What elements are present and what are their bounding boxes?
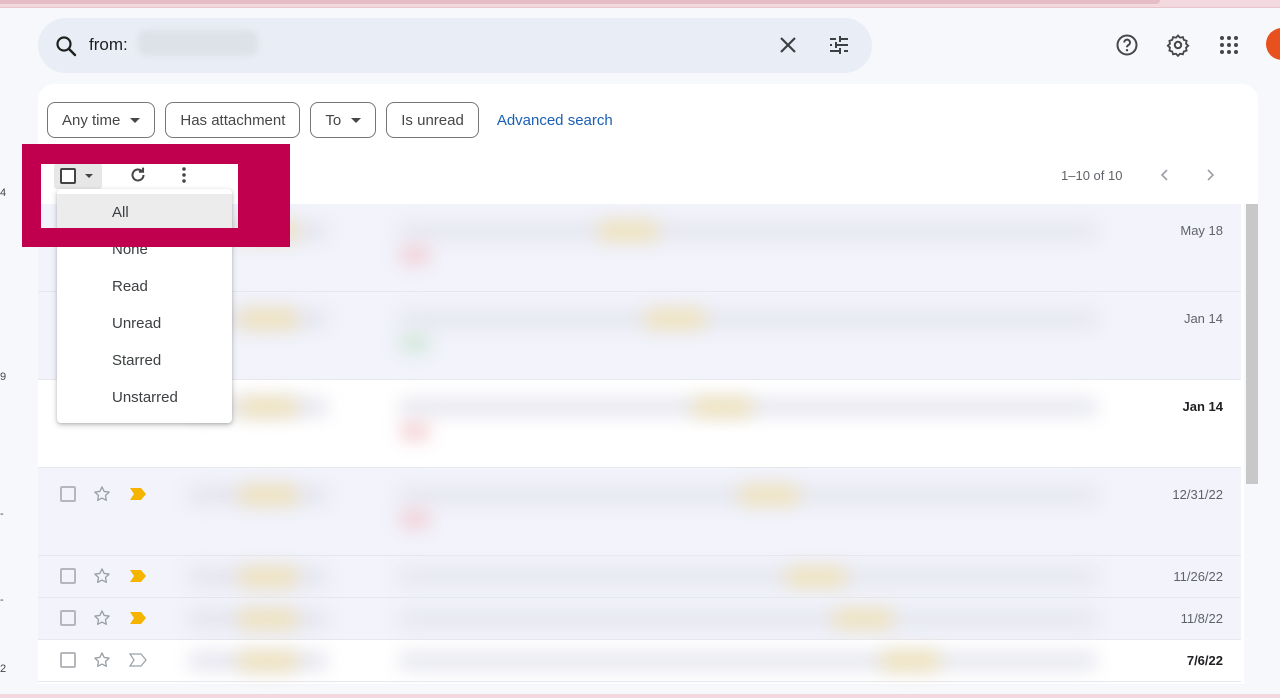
chevron-right-icon[interactable] (1201, 166, 1219, 184)
blurred-mail-content (238, 310, 298, 328)
menu-item-unstarred[interactable]: Unstarred (57, 379, 232, 416)
redacted-search-value (138, 30, 258, 56)
mail-date: 11/8/22 (1180, 611, 1223, 626)
mail-row[interactable]: 11/26/22 (38, 556, 1241, 598)
important-marker-icon[interactable] (129, 487, 147, 501)
sidebar-count-fragment: 2 (0, 663, 7, 675)
search-icon[interactable] (54, 34, 78, 58)
help-icon[interactable] (1115, 33, 1139, 57)
mail-date: 12/31/22 (1172, 487, 1223, 502)
account-avatar[interactable] (1266, 28, 1280, 60)
row-checkbox[interactable] (60, 486, 76, 502)
blurred-mail-content (398, 222, 1098, 240)
caret-down-icon (351, 117, 362, 123)
blurred-mail-content (645, 310, 705, 328)
menu-item-unread[interactable]: Unread (57, 305, 232, 342)
blurred-mail-content (398, 610, 1098, 628)
sidebar-count-fragment: - (0, 508, 4, 520)
search-input[interactable]: from: (89, 35, 128, 55)
blurred-mail-content (398, 652, 1098, 670)
blurred-mail-content (238, 610, 298, 628)
blurred-mail-content (238, 486, 298, 504)
chip-label: Is unread (401, 111, 464, 129)
refresh-icon[interactable] (127, 164, 149, 186)
menu-item-all[interactable]: All (57, 194, 232, 231)
star-icon[interactable] (92, 566, 112, 586)
mail-row[interactable]: 11/8/22 (38, 598, 1241, 640)
settings-icon[interactable] (1166, 33, 1190, 57)
blurred-mail-content (238, 222, 298, 240)
advanced-search-link[interactable]: Advanced search (497, 112, 613, 129)
blurred-mail-content (400, 510, 430, 528)
blurred-mail-content (400, 422, 430, 440)
mail-date: 7/6/22 (1186, 653, 1223, 668)
star-icon[interactable] (92, 484, 112, 504)
menu-item-read[interactable]: Read (57, 268, 232, 305)
apps-icon[interactable] (1217, 33, 1241, 57)
select-menu: All None Read Unread Starred Unstarred (57, 189, 232, 423)
select-dropdown-button[interactable] (54, 163, 102, 189)
blurred-mail-content (598, 222, 658, 240)
blurred-mail-content (400, 334, 430, 352)
mail-date: May 18 (1180, 223, 1223, 238)
star-icon[interactable] (92, 608, 112, 628)
blurred-mail-content (880, 652, 940, 670)
blurred-mail-content (398, 568, 1098, 586)
row-checkbox[interactable] (60, 652, 76, 668)
blurred-mail-content (833, 610, 893, 628)
important-marker-icon[interactable] (129, 569, 147, 583)
not-important-marker-icon[interactable] (128, 653, 147, 667)
mail-row[interactable]: 12/31/22 (38, 468, 1241, 556)
sidebar-count-fragment: - (0, 594, 4, 606)
blurred-mail-content (398, 310, 1098, 328)
important-marker-icon[interactable] (129, 611, 147, 625)
row-checkbox[interactable] (60, 568, 76, 584)
search-bar[interactable]: from: (38, 18, 872, 73)
mail-date: 11/26/22 (1173, 569, 1223, 584)
chip-label: Has attachment (180, 111, 286, 129)
chip-label: Any time (62, 111, 121, 129)
blurred-mail-content (400, 246, 430, 264)
chevron-left-icon[interactable] (1156, 166, 1174, 184)
menu-item-starred[interactable]: Starred (57, 342, 232, 379)
blurred-mail-content (786, 568, 846, 586)
blurred-mail-content (739, 486, 799, 504)
caret-down-icon (130, 117, 141, 123)
caret-down-icon[interactable] (85, 174, 93, 178)
chip-label: To (325, 111, 342, 129)
blurred-mail-content (692, 398, 752, 416)
checkbox-icon[interactable] (60, 168, 76, 184)
chip-has-attachment[interactable]: Has attachment (165, 102, 301, 138)
pagination-range: 1–10 of 10 (1061, 168, 1123, 183)
mail-row[interactable]: 7/6/22 (38, 640, 1241, 682)
sidebar-count-fragment: 9 (0, 371, 7, 383)
browser-bottom-strip (0, 694, 1280, 698)
search-options-icon[interactable] (827, 33, 851, 57)
menu-item-none[interactable]: None (57, 231, 232, 268)
chip-any-time[interactable]: Any time (47, 102, 156, 138)
star-icon[interactable] (92, 650, 112, 670)
blurred-mail-content (238, 652, 298, 670)
blurred-mail-content (238, 398, 298, 416)
search-filter-chips: Any time Has attachment To Is unread Adv… (47, 102, 613, 138)
browser-top-strip (0, 0, 1280, 8)
mail-date: Jan 14 (1183, 311, 1223, 326)
close-icon[interactable] (776, 33, 800, 57)
blurred-mail-content (238, 568, 298, 586)
chip-is-unread[interactable]: Is unread (386, 102, 479, 138)
sidebar-count-fragment: 4 (0, 187, 7, 199)
scrollbar-thumb[interactable] (1246, 204, 1258, 484)
mail-date: Jan 14 (1182, 399, 1223, 414)
more-vert-icon[interactable] (174, 164, 194, 186)
row-checkbox[interactable] (60, 610, 76, 626)
chip-to[interactable]: To (310, 102, 377, 138)
